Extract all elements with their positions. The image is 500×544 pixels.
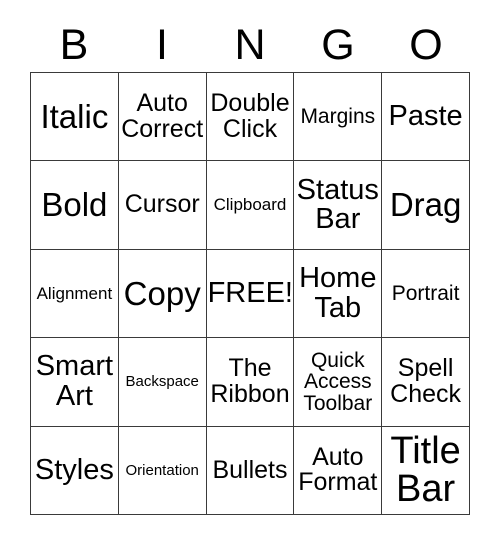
- bingo-cell-label: Auto Correct: [121, 89, 204, 143]
- bingo-header-letter-o: O: [382, 18, 470, 72]
- bingo-card: B I N G O Italic Auto Correct Double Cli…: [0, 0, 500, 544]
- bingo-cell[interactable]: Title Bar: [382, 426, 470, 516]
- bingo-cell-label: Drag: [389, 186, 462, 224]
- bingo-cell-label: Clipboard: [213, 195, 287, 215]
- bingo-cell-label: Home Tab: [299, 261, 377, 324]
- header-letter-text: B: [59, 20, 89, 69]
- bingo-cell-label: Quick Access Toolbar: [303, 348, 373, 415]
- bingo-cell-label: Backspace: [125, 373, 199, 391]
- bingo-row: Alignment Copy FREE! Home Tab Portrait: [31, 249, 470, 339]
- bingo-cell[interactable]: Orientation: [118, 426, 207, 516]
- bingo-cell[interactable]: Quick Access Toolbar: [294, 338, 383, 427]
- bingo-cell[interactable]: Clipboard: [206, 161, 295, 250]
- bingo-cell-label: Status Bar: [296, 173, 379, 236]
- bingo-header-letter-n: N: [206, 18, 294, 72]
- bingo-cell[interactable]: Home Tab: [294, 249, 383, 339]
- bingo-cell-label: Smart Art: [35, 350, 114, 412]
- bingo-cell[interactable]: Cursor: [118, 161, 207, 250]
- bingo-cell[interactable]: Bold: [31, 161, 119, 250]
- bingo-cell-label: Portrait: [391, 281, 460, 305]
- bingo-cell-label: Title Bar: [390, 429, 461, 511]
- bingo-row: Bold Cursor Clipboard Status Bar Drag: [31, 161, 470, 250]
- bingo-cell-label: Bold: [41, 186, 108, 224]
- bingo-cell[interactable]: Copy: [118, 249, 207, 339]
- bingo-cell[interactable]: Italic: [31, 73, 119, 162]
- bingo-cell[interactable]: Spell Check: [382, 338, 470, 427]
- header-letter-text: G: [321, 20, 355, 69]
- bingo-cell-label: Cursor: [124, 190, 200, 219]
- bingo-cell-label: Styles: [34, 453, 114, 486]
- bingo-header-letter-g: G: [294, 18, 382, 72]
- bingo-cell[interactable]: Portrait: [382, 249, 470, 339]
- bingo-row: Styles Orientation Bullets Auto Format T…: [31, 426, 470, 516]
- bingo-cell-label: Double Click: [210, 89, 290, 143]
- bingo-cell-label: Copy: [123, 274, 201, 312]
- bingo-header-letter-b: B: [30, 18, 118, 72]
- bingo-cell[interactable]: The Ribbon: [206, 338, 295, 427]
- bingo-cell-label: Italic: [40, 97, 109, 135]
- bingo-cell[interactable]: Auto Correct: [118, 73, 207, 162]
- header-letter-text: N: [234, 20, 266, 69]
- bingo-cell[interactable]: Paste: [382, 73, 470, 162]
- bingo-cell[interactable]: Styles: [31, 426, 119, 516]
- bingo-row: Italic Auto Correct Double Click Margins…: [31, 73, 470, 162]
- bingo-header-letter-i: I: [118, 18, 206, 72]
- bingo-cell[interactable]: Auto Format: [294, 426, 383, 516]
- bingo-cell-label: Paste: [388, 99, 463, 132]
- bingo-header-row: B I N G O: [30, 18, 470, 72]
- bingo-cell-label: Orientation: [125, 461, 199, 479]
- bingo-cell[interactable]: Alignment: [31, 249, 119, 339]
- bingo-cell-label: Auto Format: [298, 442, 378, 497]
- bingo-cell-label: Bullets: [212, 455, 288, 484]
- bingo-cell[interactable]: Drag: [382, 161, 470, 250]
- bingo-cell-label: Spell Check: [390, 354, 462, 408]
- bingo-cell-label: The Ribbon: [210, 354, 290, 408]
- bingo-grid: Italic Auto Correct Double Click Margins…: [30, 72, 470, 516]
- bingo-row: Smart Art Backspace The Ribbon Quick Acc…: [31, 338, 470, 427]
- bingo-cell-label: FREE!: [207, 276, 293, 309]
- bingo-cell[interactable]: Smart Art: [31, 338, 119, 427]
- bingo-cell[interactable]: Margins: [294, 73, 383, 162]
- bingo-cell-label: Margins: [300, 105, 376, 128]
- bingo-cell[interactable]: Backspace: [118, 338, 207, 427]
- bingo-cell[interactable]: Double Click: [206, 73, 295, 162]
- bingo-cell[interactable]: Status Bar: [294, 161, 383, 250]
- header-letter-text: O: [409, 20, 443, 69]
- bingo-cell-label: Alignment: [36, 283, 113, 303]
- bingo-cell-free-space[interactable]: FREE!: [206, 249, 295, 339]
- bingo-cell[interactable]: Bullets: [206, 426, 295, 516]
- header-letter-text: I: [156, 20, 168, 69]
